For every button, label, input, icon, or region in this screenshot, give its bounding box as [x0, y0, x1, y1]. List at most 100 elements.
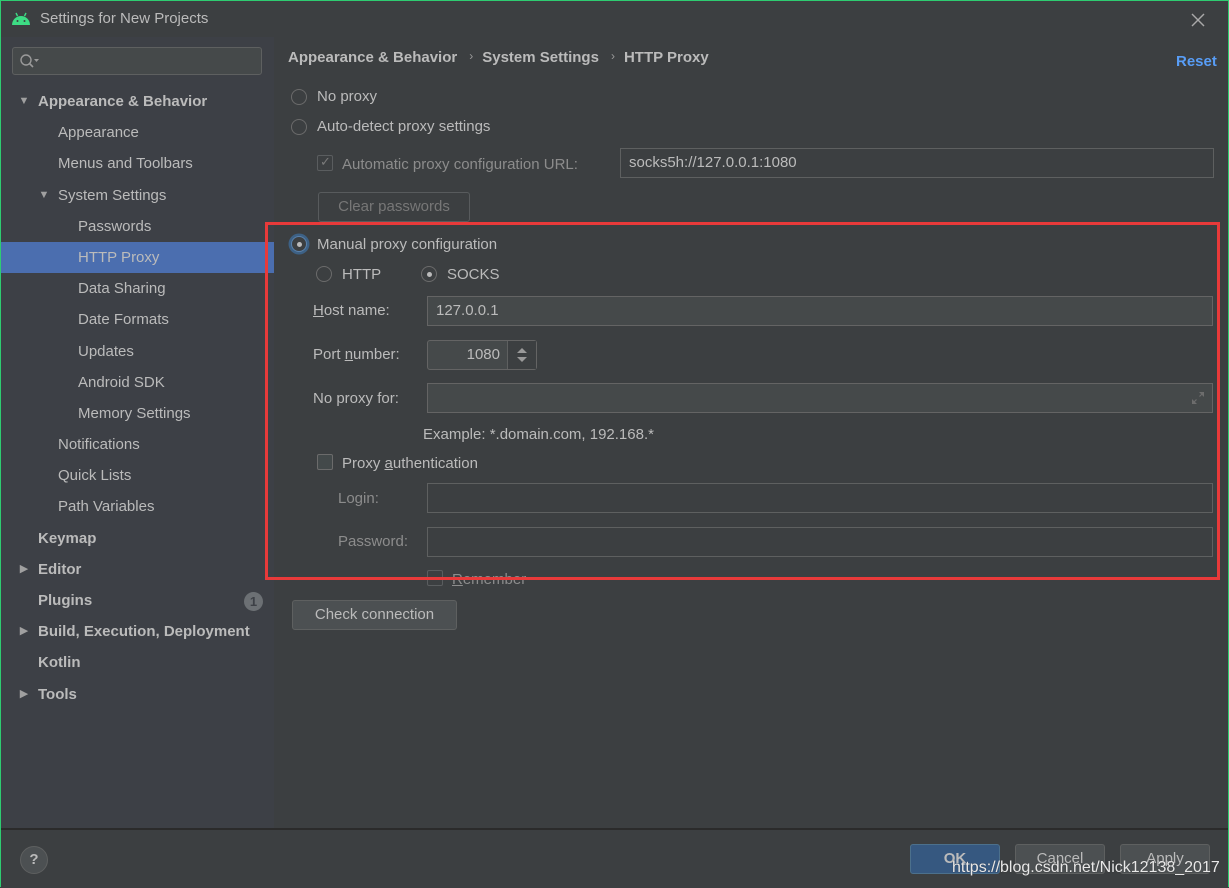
breadcrumb-current: HTTP Proxy — [623, 49, 709, 66]
breadcrumb-separator: › — [610, 49, 615, 63]
settings-dialog: Settings for New Projects ▼ Appearance & … — [0, 0, 1229, 888]
manual-proxy-radio[interactable] — [291, 236, 307, 252]
sidebar-item-path-variables[interactable]: Path Variables — [1, 491, 274, 522]
breadcrumb-item[interactable]: Appearance & Behavior — [288, 49, 457, 66]
clear-passwords-button[interactable]: Clear passwords — [318, 192, 470, 222]
sidebar-item-label: HTTP Proxy — [78, 248, 160, 266]
remember-label[interactable]: Remember — [452, 571, 526, 588]
sidebar-item-label: Quick Lists — [58, 467, 132, 485]
checkmark-icon: ✓ — [320, 154, 331, 169]
no-proxy-for-label: No proxy for: — [313, 390, 399, 407]
sidebar-item-label: Date Formats — [78, 311, 169, 329]
sidebar-item-plugins[interactable]: Plugins 1 — [1, 585, 274, 616]
title-bar: Settings for New Projects — [1, 1, 1228, 37]
sidebar-item-label: Memory Settings — [78, 404, 191, 422]
sidebar-item-label: Updates — [78, 342, 134, 360]
sidebar-item-label: Android SDK — [78, 373, 165, 391]
help-button[interactable]: ? — [20, 846, 48, 874]
collapsed-arrow-icon[interactable]: ▶ — [18, 616, 30, 647]
proxy-auth-label[interactable]: Proxy authentication — [342, 455, 478, 472]
auto-detect-radio[interactable] — [291, 119, 307, 135]
sidebar-item-editor[interactable]: ▶ Editor — [1, 554, 274, 585]
sidebar-item-menus-and-toolbars[interactable]: Menus and Toolbars — [1, 148, 274, 179]
sidebar-item-label: Notifications — [58, 436, 140, 454]
settings-sidebar: ▼ Appearance & Behavior Appearance Menus an… — [1, 37, 274, 828]
sidebar-item-appearance[interactable]: Appearance — [1, 117, 274, 148]
sidebar-item-label: Passwords — [78, 217, 152, 235]
sidebar-item-label: Keymap — [38, 529, 97, 547]
breadcrumb: Appearance & Behavior › System Settings › HT… — [288, 49, 709, 66]
sidebar-item-passwords[interactable]: Passwords — [1, 211, 274, 242]
sidebar-item-memory-settings[interactable]: Memory Settings — [1, 398, 274, 429]
check-connection-button[interactable]: Check connection — [292, 600, 457, 630]
sidebar-item-updates[interactable]: Updates — [1, 336, 274, 367]
close-icon[interactable] — [1188, 10, 1208, 30]
port-number-label: Port number: — [313, 346, 400, 363]
sidebar-item-label: System Settings — [58, 186, 167, 204]
sidebar-item-label: Data Sharing — [78, 280, 166, 298]
no-proxy-label[interactable]: No proxy — [317, 88, 377, 105]
sidebar-item-appearance-behavior[interactable]: ▼ Appearance & Behavior — [1, 86, 274, 117]
expanded-arrow-icon[interactable]: ▼ — [38, 180, 50, 211]
proxy-auth-checkbox[interactable] — [317, 454, 333, 470]
sidebar-item-http-proxy[interactable]: HTTP Proxy — [1, 241, 274, 274]
auto-config-url-checkbox[interactable]: ✓ — [317, 154, 333, 171]
socks-type-radio[interactable] — [421, 266, 437, 282]
expanded-arrow-icon[interactable]: ▼ — [18, 86, 30, 117]
sidebar-item-notifications[interactable]: Notifications — [1, 429, 274, 460]
port-number-spinner[interactable]: 1080 — [427, 340, 537, 370]
settings-tree: ▼ Appearance & Behavior Appearance Menus an… — [1, 86, 274, 710]
ok-button[interactable]: OK — [910, 844, 1000, 874]
sidebar-item-quick-lists[interactable]: Quick Lists — [1, 460, 274, 491]
manual-proxy-label[interactable]: Manual proxy configuration — [317, 236, 497, 253]
sidebar-item-label: Editor — [38, 560, 82, 578]
sidebar-item-kotlin[interactable]: Kotlin — [1, 647, 274, 678]
no-proxy-example: Example: *.domain.com, 192.168.* — [423, 426, 654, 443]
spinner-arrows-icon[interactable] — [507, 341, 536, 369]
search-icon — [20, 54, 39, 68]
sidebar-item-label: Tools — [38, 685, 77, 703]
login-input[interactable] — [427, 483, 1213, 513]
settings-search[interactable] — [12, 47, 262, 75]
sidebar-item-label: Appearance & Behavior — [38, 93, 208, 110]
sidebar-item-label: Menus and Toolbars — [58, 155, 193, 173]
remember-checkbox[interactable] — [427, 570, 443, 586]
no-proxy-for-input[interactable] — [427, 383, 1213, 413]
expand-icon[interactable] — [1191, 391, 1205, 405]
collapsed-arrow-icon[interactable]: ▶ — [18, 679, 30, 710]
password-label: Password: — [338, 533, 409, 550]
auto-config-url-label: Automatic proxy configuration URL: — [342, 156, 578, 173]
window-title: Settings for New Projects — [40, 10, 209, 27]
sidebar-item-keymap[interactable]: Keymap — [1, 523, 274, 554]
no-proxy-radio[interactable] — [291, 89, 307, 105]
sidebar-item-label: Kotlin — [38, 654, 81, 672]
update-count-badge: 1 — [244, 592, 263, 611]
http-type-label[interactable]: HTTP — [342, 266, 381, 283]
auto-config-url-input[interactable]: socks5h://127.0.0.1:1080 — [620, 148, 1214, 178]
http-proxy-panel: Appearance & Behavior › System Settings › HT… — [274, 37, 1228, 828]
reset-link[interactable]: Reset — [1176, 53, 1217, 70]
dialog-footer: ? OK Cancel Apply — [1, 828, 1228, 888]
port-number-value[interactable]: 1080 — [467, 341, 500, 369]
sidebar-item-label: Plugins — [38, 592, 93, 609]
breadcrumb-item[interactable]: System Settings — [482, 49, 599, 66]
sidebar-item-tools[interactable]: ▶ Tools — [1, 679, 274, 710]
search-input[interactable] — [47, 51, 261, 73]
sidebar-item-label: Path Variables — [58, 498, 155, 516]
sidebar-item-android-sdk[interactable]: Android SDK — [1, 367, 274, 398]
apply-button[interactable]: Apply — [1120, 844, 1210, 874]
collapsed-arrow-icon[interactable]: ▶ — [18, 554, 30, 585]
cancel-button[interactable]: Cancel — [1015, 844, 1105, 874]
sidebar-item-label: Build, Execution, Deployment — [38, 623, 250, 641]
sidebar-item-system-settings[interactable]: ▼ System Settings — [1, 180, 274, 211]
socks-type-label[interactable]: SOCKS — [447, 266, 500, 283]
auto-detect-label[interactable]: Auto-detect proxy settings — [317, 118, 490, 135]
breadcrumb-separator: › — [469, 49, 474, 63]
sidebar-item-data-sharing[interactable]: Data Sharing — [1, 273, 274, 304]
android-icon — [12, 12, 30, 25]
sidebar-item-build-execution-deployment[interactable]: ▶ Build, Execution, Deployment — [1, 616, 274, 647]
host-name-input[interactable]: 127.0.0.1 — [427, 296, 1213, 326]
sidebar-item-date-formats[interactable]: Date Formats — [1, 304, 274, 335]
http-type-radio[interactable] — [316, 266, 332, 282]
password-input[interactable] — [427, 527, 1213, 557]
